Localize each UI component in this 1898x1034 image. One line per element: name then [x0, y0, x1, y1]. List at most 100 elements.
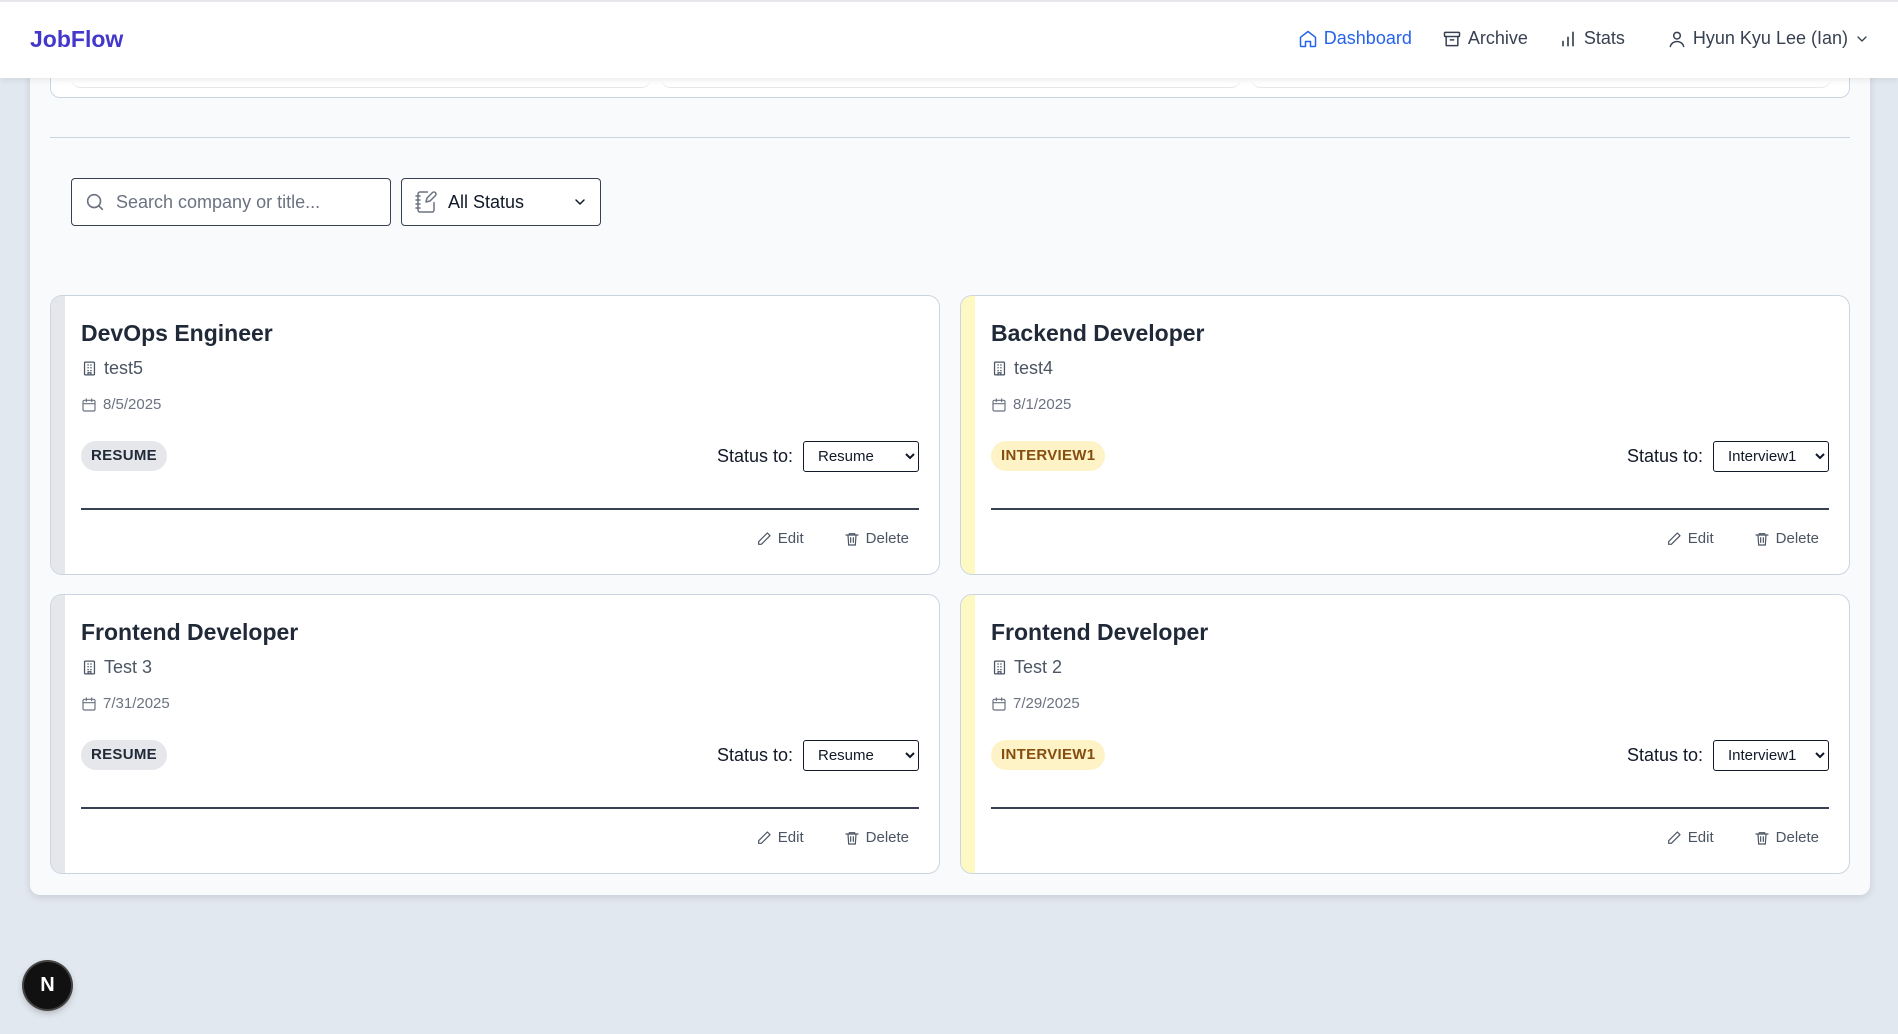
- delete-button[interactable]: Delete: [1754, 829, 1819, 846]
- bar-chart-icon: [1562, 31, 1574, 47]
- status-select[interactable]: Interview1: [1713, 740, 1829, 771]
- job-title: Frontend Developer: [991, 619, 1209, 645]
- status-change-row: Status to: Interview1: [1627, 740, 1829, 771]
- status-select[interactable]: Interview1: [1713, 441, 1829, 472]
- filter-bar: All Status: [71, 178, 601, 226]
- status-to-label: Status to:: [1626, 745, 1703, 765]
- card-divider: [81, 807, 919, 809]
- company-name: test4: [1014, 358, 1054, 378]
- top-navbar: JobFlow Dashboard Archive Stats Hyun Kyu…: [0, 0, 1898, 78]
- pencil-icon: [757, 830, 771, 844]
- building-icon: [993, 361, 1006, 376]
- card-actions: Edit Delete: [756, 829, 909, 846]
- status-select[interactable]: Resume: [803, 441, 919, 472]
- delete-button[interactable]: Delete: [844, 829, 909, 846]
- delete-label: Delete: [865, 829, 909, 846]
- card-divider: [991, 807, 1829, 809]
- search-icon: [86, 193, 104, 211]
- status-badge: RESUME: [81, 740, 167, 770]
- delete-label: Delete: [1775, 530, 1819, 547]
- delete-button[interactable]: Delete: [844, 530, 909, 547]
- trash-icon: [1755, 831, 1769, 845]
- job-card: Frontend Developer Test 3 7/31/2025 RESU…: [50, 594, 940, 874]
- chevron-down-icon: [575, 199, 585, 205]
- main-panel: All Status DevOps Engineer test5 8/5/202…: [30, 60, 1870, 895]
- company-name: test5: [104, 358, 144, 378]
- notebook-pen-icon: [415, 191, 437, 213]
- building-icon: [993, 660, 1006, 675]
- search-box[interactable]: [71, 178, 391, 226]
- nav-archive-label: Archive: [1467, 28, 1528, 48]
- calendar-icon: [82, 397, 96, 412]
- delete-label: Delete: [865, 530, 909, 547]
- job-title: Backend Developer: [991, 320, 1205, 346]
- edit-button[interactable]: Edit: [756, 829, 804, 846]
- brand-logo[interactable]: JobFlow: [30, 26, 123, 53]
- edit-label: Edit: [1687, 530, 1714, 547]
- applied-date: 8/5/2025: [103, 396, 162, 413]
- applied-date: 7/29/2025: [1013, 695, 1080, 712]
- user-menu[interactable]: Hyun Kyu Lee (Ian): [1667, 28, 1870, 49]
- archive-icon: [1443, 31, 1461, 46]
- nav-archive[interactable]: Archive: [1442, 28, 1528, 49]
- nav-stats[interactable]: Stats: [1558, 28, 1625, 49]
- delete-button[interactable]: Delete: [1754, 530, 1819, 547]
- company-row: Test 3: [81, 657, 152, 678]
- status-change-row: Status to: Resume: [717, 441, 919, 472]
- status-badge: INTERVIEW1: [991, 740, 1106, 770]
- delete-label: Delete: [1775, 829, 1819, 846]
- edit-button[interactable]: Edit: [756, 530, 804, 547]
- status-accent-bar: [961, 296, 975, 574]
- trash-icon: [845, 831, 859, 845]
- nextjs-dev-indicator-button[interactable]: N: [24, 962, 71, 1009]
- pencil-icon: [1667, 531, 1681, 545]
- edit-label: Edit: [777, 829, 804, 846]
- job-title: Frontend Developer: [81, 619, 299, 645]
- card-actions: Edit Delete: [1666, 829, 1819, 846]
- edit-button[interactable]: Edit: [1666, 530, 1714, 547]
- calendar-icon: [992, 397, 1006, 412]
- user-icon: [1669, 31, 1685, 47]
- status-change-row: Status to: Resume: [717, 740, 919, 771]
- edit-button[interactable]: Edit: [1666, 829, 1714, 846]
- trash-icon: [845, 532, 859, 546]
- card-actions: Edit Delete: [756, 530, 909, 547]
- company-row: test5: [81, 358, 143, 379]
- chevron-down-icon: [1857, 35, 1867, 42]
- edit-label: Edit: [1687, 829, 1714, 846]
- calendar-icon: [992, 696, 1006, 711]
- calendar-icon: [82, 696, 96, 711]
- status-badge: RESUME: [81, 441, 167, 471]
- card-divider: [81, 508, 919, 510]
- card-actions: Edit Delete: [1666, 530, 1819, 547]
- status-badge: INTERVIEW1: [991, 441, 1106, 471]
- status-accent-bar: [961, 595, 975, 873]
- status-change-row: Status to: Interview1: [1627, 441, 1829, 472]
- pencil-icon: [757, 531, 771, 545]
- status-accent-bar: [51, 296, 65, 574]
- nav-dashboard-label: Dashboard: [1323, 28, 1412, 48]
- company-name: Test 3: [104, 657, 153, 677]
- building-icon: [83, 660, 96, 675]
- status-select[interactable]: Resume: [803, 740, 919, 771]
- home-icon: [1299, 30, 1317, 47]
- building-icon: [83, 361, 96, 376]
- pencil-icon: [1667, 830, 1681, 844]
- status-to-label: Status to:: [716, 446, 793, 466]
- status-filter-dropdown[interactable]: All Status: [401, 178, 601, 226]
- job-card: DevOps Engineer test5 8/5/2025 RESUME St…: [50, 295, 940, 575]
- edit-label: Edit: [777, 530, 804, 547]
- search-input[interactable]: [116, 191, 376, 213]
- date-row: 7/31/2025: [81, 695, 170, 712]
- job-card: Backend Developer test4 8/1/2025 INTERVI…: [960, 295, 1850, 575]
- date-row: 8/1/2025: [991, 396, 1071, 413]
- date-row: 7/29/2025: [991, 695, 1080, 712]
- user-name: Hyun Kyu Lee (Ian): [1692, 28, 1848, 48]
- nav-dashboard[interactable]: Dashboard: [1298, 28, 1412, 49]
- date-row: 8/5/2025: [81, 396, 161, 413]
- company-row: test4: [991, 358, 1053, 379]
- status-filter-value: All Status: [448, 191, 525, 212]
- status-to-label: Status to:: [716, 745, 793, 765]
- company-name: Test 2: [1014, 657, 1063, 677]
- company-row: Test 2: [991, 657, 1062, 678]
